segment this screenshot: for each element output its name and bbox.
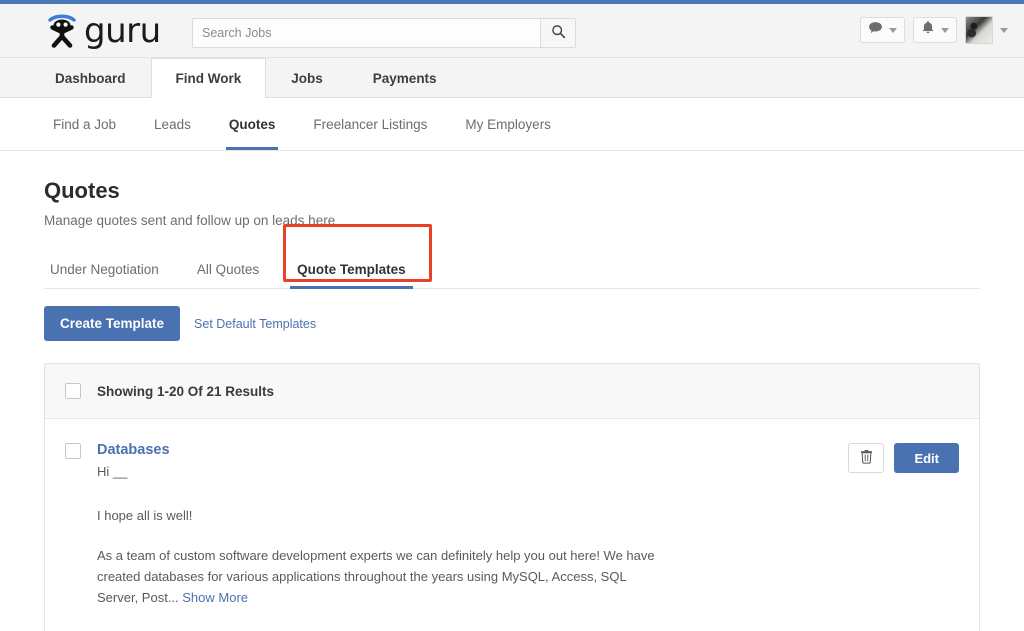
page-title: Quotes — [44, 178, 120, 203]
section-tab-under-negotiation[interactable]: Under Negotiation — [44, 250, 178, 288]
delete-template-button[interactable] — [848, 443, 885, 473]
trash-icon — [860, 449, 873, 467]
list-item-body: Databases Hi __ I hope all is well! As a… — [97, 441, 848, 631]
results-count-label: Showing 1-20 Of 21 Results — [97, 383, 275, 399]
template-paragraph-1: I hope all is well! — [97, 508, 193, 523]
ellipsis: ... — [167, 590, 183, 605]
template-title-link[interactable]: Databases — [97, 442, 170, 458]
tab-find-work[interactable]: Find Work — [150, 58, 267, 98]
search-button[interactable] — [540, 18, 576, 48]
tab-jobs[interactable]: Jobs — [266, 58, 348, 97]
list-item: Databases Hi __ I hope all is well! As a… — [45, 419, 979, 631]
section-tabs: Under Negotiation All Quotes Quote Templ… — [44, 250, 980, 289]
guru-logo[interactable]: guru — [42, 14, 161, 48]
set-default-templates-link[interactable]: Set Default Templates — [194, 317, 316, 331]
guru-logo-wordmark: guru — [84, 11, 161, 51]
template-greeting: Hi __ — [97, 464, 128, 479]
main-tabbar: Dashboard Find Work Jobs Payments — [0, 58, 1024, 98]
section-tab-all-quotes[interactable]: All Quotes — [178, 250, 278, 288]
messages-button[interactable] — [860, 17, 905, 43]
chevron-down-icon — [889, 27, 897, 33]
chevron-down-icon — [1000, 27, 1008, 33]
select-all-checkbox[interactable] — [65, 383, 81, 399]
page-content: Quotes Manage quotes sent and follow up … — [0, 178, 1024, 631]
tab-payments[interactable]: Payments — [348, 58, 462, 97]
chevron-down-icon — [941, 27, 949, 33]
subnav-item-leads[interactable]: Leads — [135, 98, 210, 150]
subnav-item-quotes[interactable]: Quotes — [210, 98, 295, 150]
job-search — [192, 18, 576, 48]
avatar — [965, 16, 993, 44]
search-input[interactable] — [192, 18, 540, 48]
sub-nav: Find a Job Leads Quotes Freelancer Listi… — [0, 98, 1024, 151]
results-header: Showing 1-20 Of 21 Results — [45, 364, 979, 419]
list-item-actions: Edit — [848, 441, 959, 631]
row-select-checkbox[interactable] — [65, 443, 81, 459]
template-paragraph-2: As a team of custom software development… — [97, 545, 667, 608]
subnav-item-find-a-job[interactable]: Find a Job — [34, 98, 135, 150]
notifications-button[interactable] — [913, 17, 957, 43]
show-more-link[interactable]: Show More — [182, 590, 248, 605]
results-card: Showing 1-20 Of 21 Results Databases Hi … — [44, 363, 980, 631]
subnav-item-freelancer-listings[interactable]: Freelancer Listings — [294, 98, 446, 150]
tab-dashboard[interactable]: Dashboard — [30, 58, 151, 97]
guru-stick-figure-logo-icon — [42, 14, 82, 48]
section-tab-quote-templates[interactable]: Quote Templates — [278, 250, 425, 289]
template-actions: Create Template Set Default Templates — [44, 306, 1024, 341]
page-subtitle: Manage quotes sent and follow up on lead… — [44, 213, 336, 228]
create-template-button[interactable]: Create Template — [44, 306, 181, 341]
message-bubble-icon — [868, 21, 883, 40]
user-menu[interactable] — [965, 16, 1008, 44]
edit-template-button[interactable]: Edit — [894, 443, 959, 473]
search-icon — [551, 24, 566, 42]
header-actions — [860, 16, 1008, 44]
subnav-item-my-employers[interactable]: My Employers — [446, 98, 570, 150]
bell-icon — [921, 20, 935, 40]
masthead: guru — [0, 4, 1024, 58]
